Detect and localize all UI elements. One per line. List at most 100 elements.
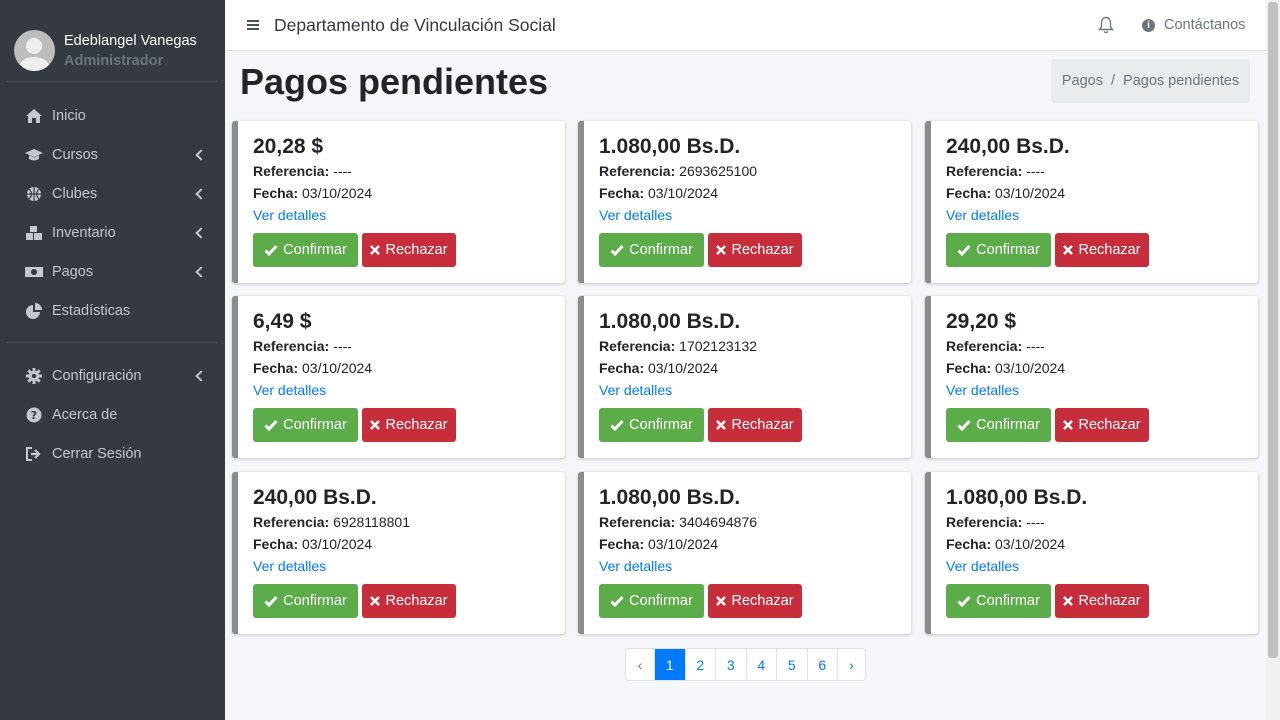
- close-icon: [370, 245, 381, 255]
- scrollbar-thumb[interactable]: [1268, 2, 1278, 658]
- check-icon: [610, 419, 624, 431]
- sidebar-item-pagos[interactable]: Pagos: [0, 252, 225, 291]
- pagination-page[interactable]: 3: [715, 649, 746, 680]
- payment-card: 29,20 $ Referencia: ---- Fecha: 03/10/20…: [925, 296, 1258, 458]
- avatar[interactable]: [14, 30, 55, 71]
- payment-date: Fecha: 03/10/2024: [946, 185, 1066, 201]
- sidebar-item-configuracion[interactable]: Configuración: [0, 356, 225, 395]
- payment-amount: 1.080,00 Bs.D.: [599, 135, 741, 158]
- check-icon: [264, 419, 278, 431]
- pagination-prev[interactable]: ‹: [626, 649, 654, 680]
- sidebar-item-clubes[interactable]: Clubes: [0, 174, 225, 213]
- confirm-button[interactable]: Confirmar: [253, 233, 358, 267]
- breadcrumb-separator: /: [1111, 73, 1116, 89]
- sidebar-item-cursos[interactable]: Cursos: [0, 135, 225, 174]
- reject-button[interactable]: Rechazar: [708, 408, 802, 442]
- ver-detalles-link[interactable]: Ver detalles: [253, 558, 326, 574]
- payment-reference: Referencia: 1702123132: [599, 338, 758, 354]
- check-icon: [957, 419, 971, 431]
- ver-detalles-link[interactable]: Ver detalles: [599, 382, 672, 398]
- user-panel: Edeblangel Vanegas Administrador: [7, 0, 218, 82]
- reject-button[interactable]: Rechazar: [362, 233, 456, 267]
- confirm-button[interactable]: Confirmar: [599, 233, 704, 267]
- sidebar-item-acerca[interactable]: ? Acerca de: [0, 395, 225, 434]
- confirm-button[interactable]: Confirmar: [946, 584, 1051, 618]
- check-icon: [264, 595, 278, 607]
- chevron-left-icon: [195, 187, 207, 200]
- pagination: ‹ 1 2 3 4 5 6 ›: [625, 648, 866, 681]
- ver-detalles-link[interactable]: Ver detalles: [253, 207, 326, 223]
- pagination-next[interactable]: ›: [837, 649, 865, 680]
- reject-button[interactable]: Rechazar: [1055, 408, 1149, 442]
- ver-detalles-link[interactable]: Ver detalles: [946, 207, 1019, 223]
- app-title: Departamento de Vinculación Social: [274, 14, 556, 35]
- reject-button[interactable]: Rechazar: [1055, 233, 1149, 267]
- sidebar-item-inicio[interactable]: Inicio: [0, 96, 225, 135]
- payment-card: 1.080,00 Bs.D. Referencia: ---- Fecha: 0…: [925, 472, 1258, 634]
- payment-date: Fecha: 03/10/2024: [253, 360, 373, 376]
- pagination-page[interactable]: 5: [776, 649, 807, 680]
- scrollbar[interactable]: [1266, 0, 1280, 720]
- payment-amount: 20,28 $: [253, 135, 324, 158]
- bell-icon[interactable]: [1098, 16, 1114, 39]
- close-icon: [1063, 596, 1074, 606]
- payment-reference: Referencia: ----: [253, 338, 352, 354]
- pagination-page[interactable]: 2: [684, 649, 716, 680]
- confirm-button[interactable]: Confirmar: [946, 233, 1051, 267]
- contact-link[interactable]: i Contáctanos: [1142, 17, 1245, 33]
- sidebar-item-cerrar-sesion[interactable]: Cerrar Sesión: [0, 434, 225, 473]
- reject-button[interactable]: Rechazar: [1055, 584, 1149, 618]
- ver-detalles-link[interactable]: Ver detalles: [253, 382, 326, 398]
- breadcrumb-pagos[interactable]: Pagos: [1062, 73, 1103, 89]
- payment-amount: 1.080,00 Bs.D.: [599, 486, 741, 509]
- payment-date: Fecha: 03/10/2024: [253, 185, 373, 201]
- payment-date: Fecha: 03/10/2024: [599, 360, 719, 376]
- ver-detalles-link[interactable]: Ver detalles: [599, 558, 672, 574]
- sign-out-icon: [24, 445, 44, 463]
- sidebar-item-estadisticas[interactable]: Estadísticas: [0, 291, 225, 330]
- pagination-page[interactable]: 6: [806, 649, 838, 680]
- reject-button[interactable]: Rechazar: [362, 408, 456, 442]
- payment-date: Fecha: 03/10/2024: [946, 536, 1066, 552]
- payment-reference: Referencia: 2693625100: [599, 163, 758, 179]
- payment-amount: 240,00 Bs.D.: [253, 486, 377, 509]
- payment-date: Fecha: 03/10/2024: [253, 536, 373, 552]
- confirm-button[interactable]: Confirmar: [946, 408, 1051, 442]
- breadcrumb: Pagos / Pagos pendientes: [1051, 59, 1250, 103]
- pagination-page[interactable]: 4: [745, 649, 777, 680]
- payment-card: 240,00 Bs.D. Referencia: 6928118801 Fech…: [232, 472, 565, 634]
- pagination-page[interactable]: 1: [654, 649, 685, 680]
- menu-toggle-icon[interactable]: [247, 18, 259, 32]
- payment-reference: Referencia: ----: [946, 338, 1045, 354]
- payment-reference: Referencia: 3404694876: [599, 514, 758, 530]
- user-name[interactable]: Edeblangel Vanegas: [64, 31, 197, 51]
- top-navbar: Departamento de Vinculación Social i Con…: [226, 0, 1266, 51]
- close-icon: [370, 420, 381, 430]
- payment-card: 6,49 $ Referencia: ---- Fecha: 03/10/202…: [232, 296, 565, 458]
- confirm-button[interactable]: Confirmar: [599, 584, 704, 618]
- chevron-left-icon: [195, 226, 207, 239]
- payment-card: 1.080,00 Bs.D. Referencia: 2693625100 Fe…: [578, 121, 911, 283]
- reject-button[interactable]: Rechazar: [708, 233, 802, 267]
- payment-reference: Referencia: ----: [253, 163, 352, 179]
- page-title: Pagos pendientes: [240, 61, 549, 102]
- reject-button[interactable]: Rechazar: [362, 584, 456, 618]
- confirm-button[interactable]: Confirmar: [599, 408, 704, 442]
- confirm-button[interactable]: Confirmar: [253, 584, 358, 618]
- sidebar-item-inventario[interactable]: Inventario: [0, 213, 225, 252]
- payment-card: 240,00 Bs.D. Referencia: ---- Fecha: 03/…: [925, 121, 1258, 283]
- reject-button[interactable]: Rechazar: [708, 584, 802, 618]
- ver-detalles-link[interactable]: Ver detalles: [599, 207, 672, 223]
- payment-date: Fecha: 03/10/2024: [946, 360, 1066, 376]
- payment-amount: 6,49 $: [253, 310, 312, 333]
- ver-detalles-link[interactable]: Ver detalles: [946, 558, 1019, 574]
- confirm-button[interactable]: Confirmar: [253, 408, 358, 442]
- home-icon: [24, 107, 44, 125]
- check-icon: [957, 595, 971, 607]
- ver-detalles-link[interactable]: Ver detalles: [946, 382, 1019, 398]
- close-icon: [1063, 420, 1074, 430]
- svg-text:?: ?: [31, 409, 37, 422]
- money-bill-icon: [24, 263, 44, 281]
- graduation-cap-icon: [24, 146, 44, 164]
- user-role: Administrador: [64, 52, 164, 69]
